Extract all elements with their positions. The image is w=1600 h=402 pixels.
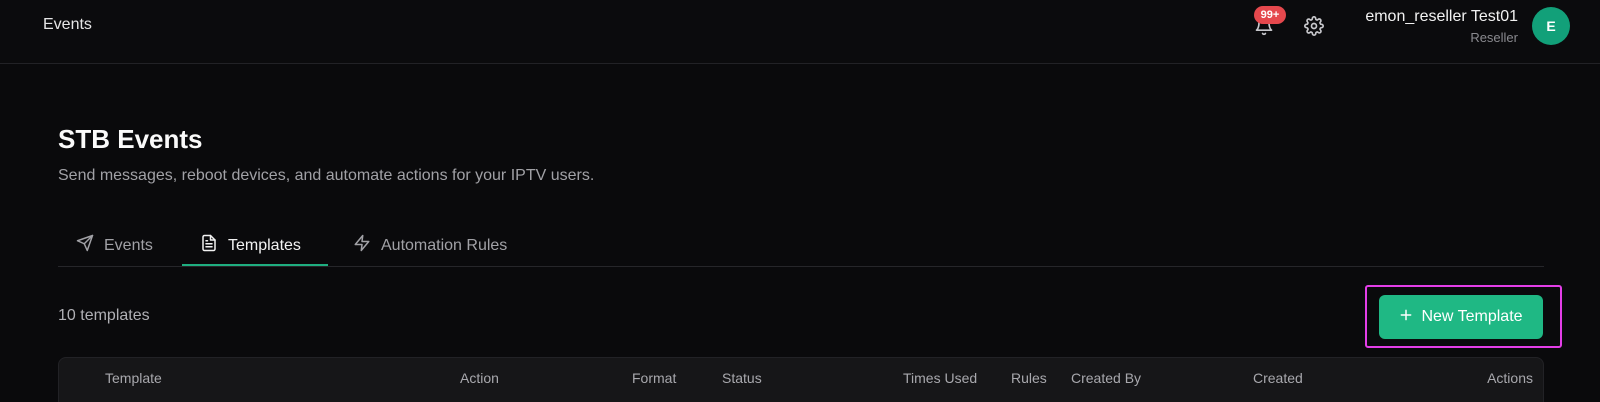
column-header-action[interactable]: Action [460,370,499,386]
column-header-times-used[interactable]: Times Used [903,370,977,386]
plus-icon [1399,308,1413,327]
new-template-button[interactable]: New Template [1379,295,1543,339]
column-header-template[interactable]: Template [105,370,162,386]
tab-events-label: Events [104,236,153,254]
page-subtitle: Send messages, reboot devices, and autom… [58,167,595,184]
tab-automation-rules-label: Automation Rules [381,236,508,254]
user-name[interactable]: emon_reseller Test01 [1365,8,1518,26]
column-header-created-by[interactable]: Created By [1071,370,1141,386]
file-text-icon [200,234,218,257]
topbar-title: Events [43,16,92,33]
column-header-format[interactable]: Format [632,370,676,386]
table-header: Template Action Format Status Times Used… [58,357,1544,402]
column-header-actions: Actions [1487,370,1533,386]
gear-icon[interactable] [1304,16,1324,36]
top-bar: Events 99+ emon_reseller Test01 Reseller… [0,0,1600,64]
zap-icon [353,234,371,257]
templates-count: 10 templates [58,307,150,324]
tab-automation-rules[interactable]: Automation Rules [353,224,507,267]
new-template-label: New Template [1421,308,1523,325]
column-header-status[interactable]: Status [722,370,762,386]
notification-badge[interactable]: 99+ [1254,6,1286,24]
active-tab-indicator [182,264,328,266]
avatar[interactable]: E [1532,7,1570,45]
tab-templates[interactable]: Templates [200,224,301,267]
send-icon [76,234,94,257]
tab-events[interactable]: Events [76,224,153,267]
user-role: Reseller [1470,30,1518,45]
column-header-created[interactable]: Created [1253,370,1303,386]
tab-templates-label: Templates [228,236,301,254]
tab-bar: Events Templates Automation Rules [58,224,1544,267]
page-title: STB Events [58,124,203,154]
column-header-rules[interactable]: Rules [1011,370,1047,386]
